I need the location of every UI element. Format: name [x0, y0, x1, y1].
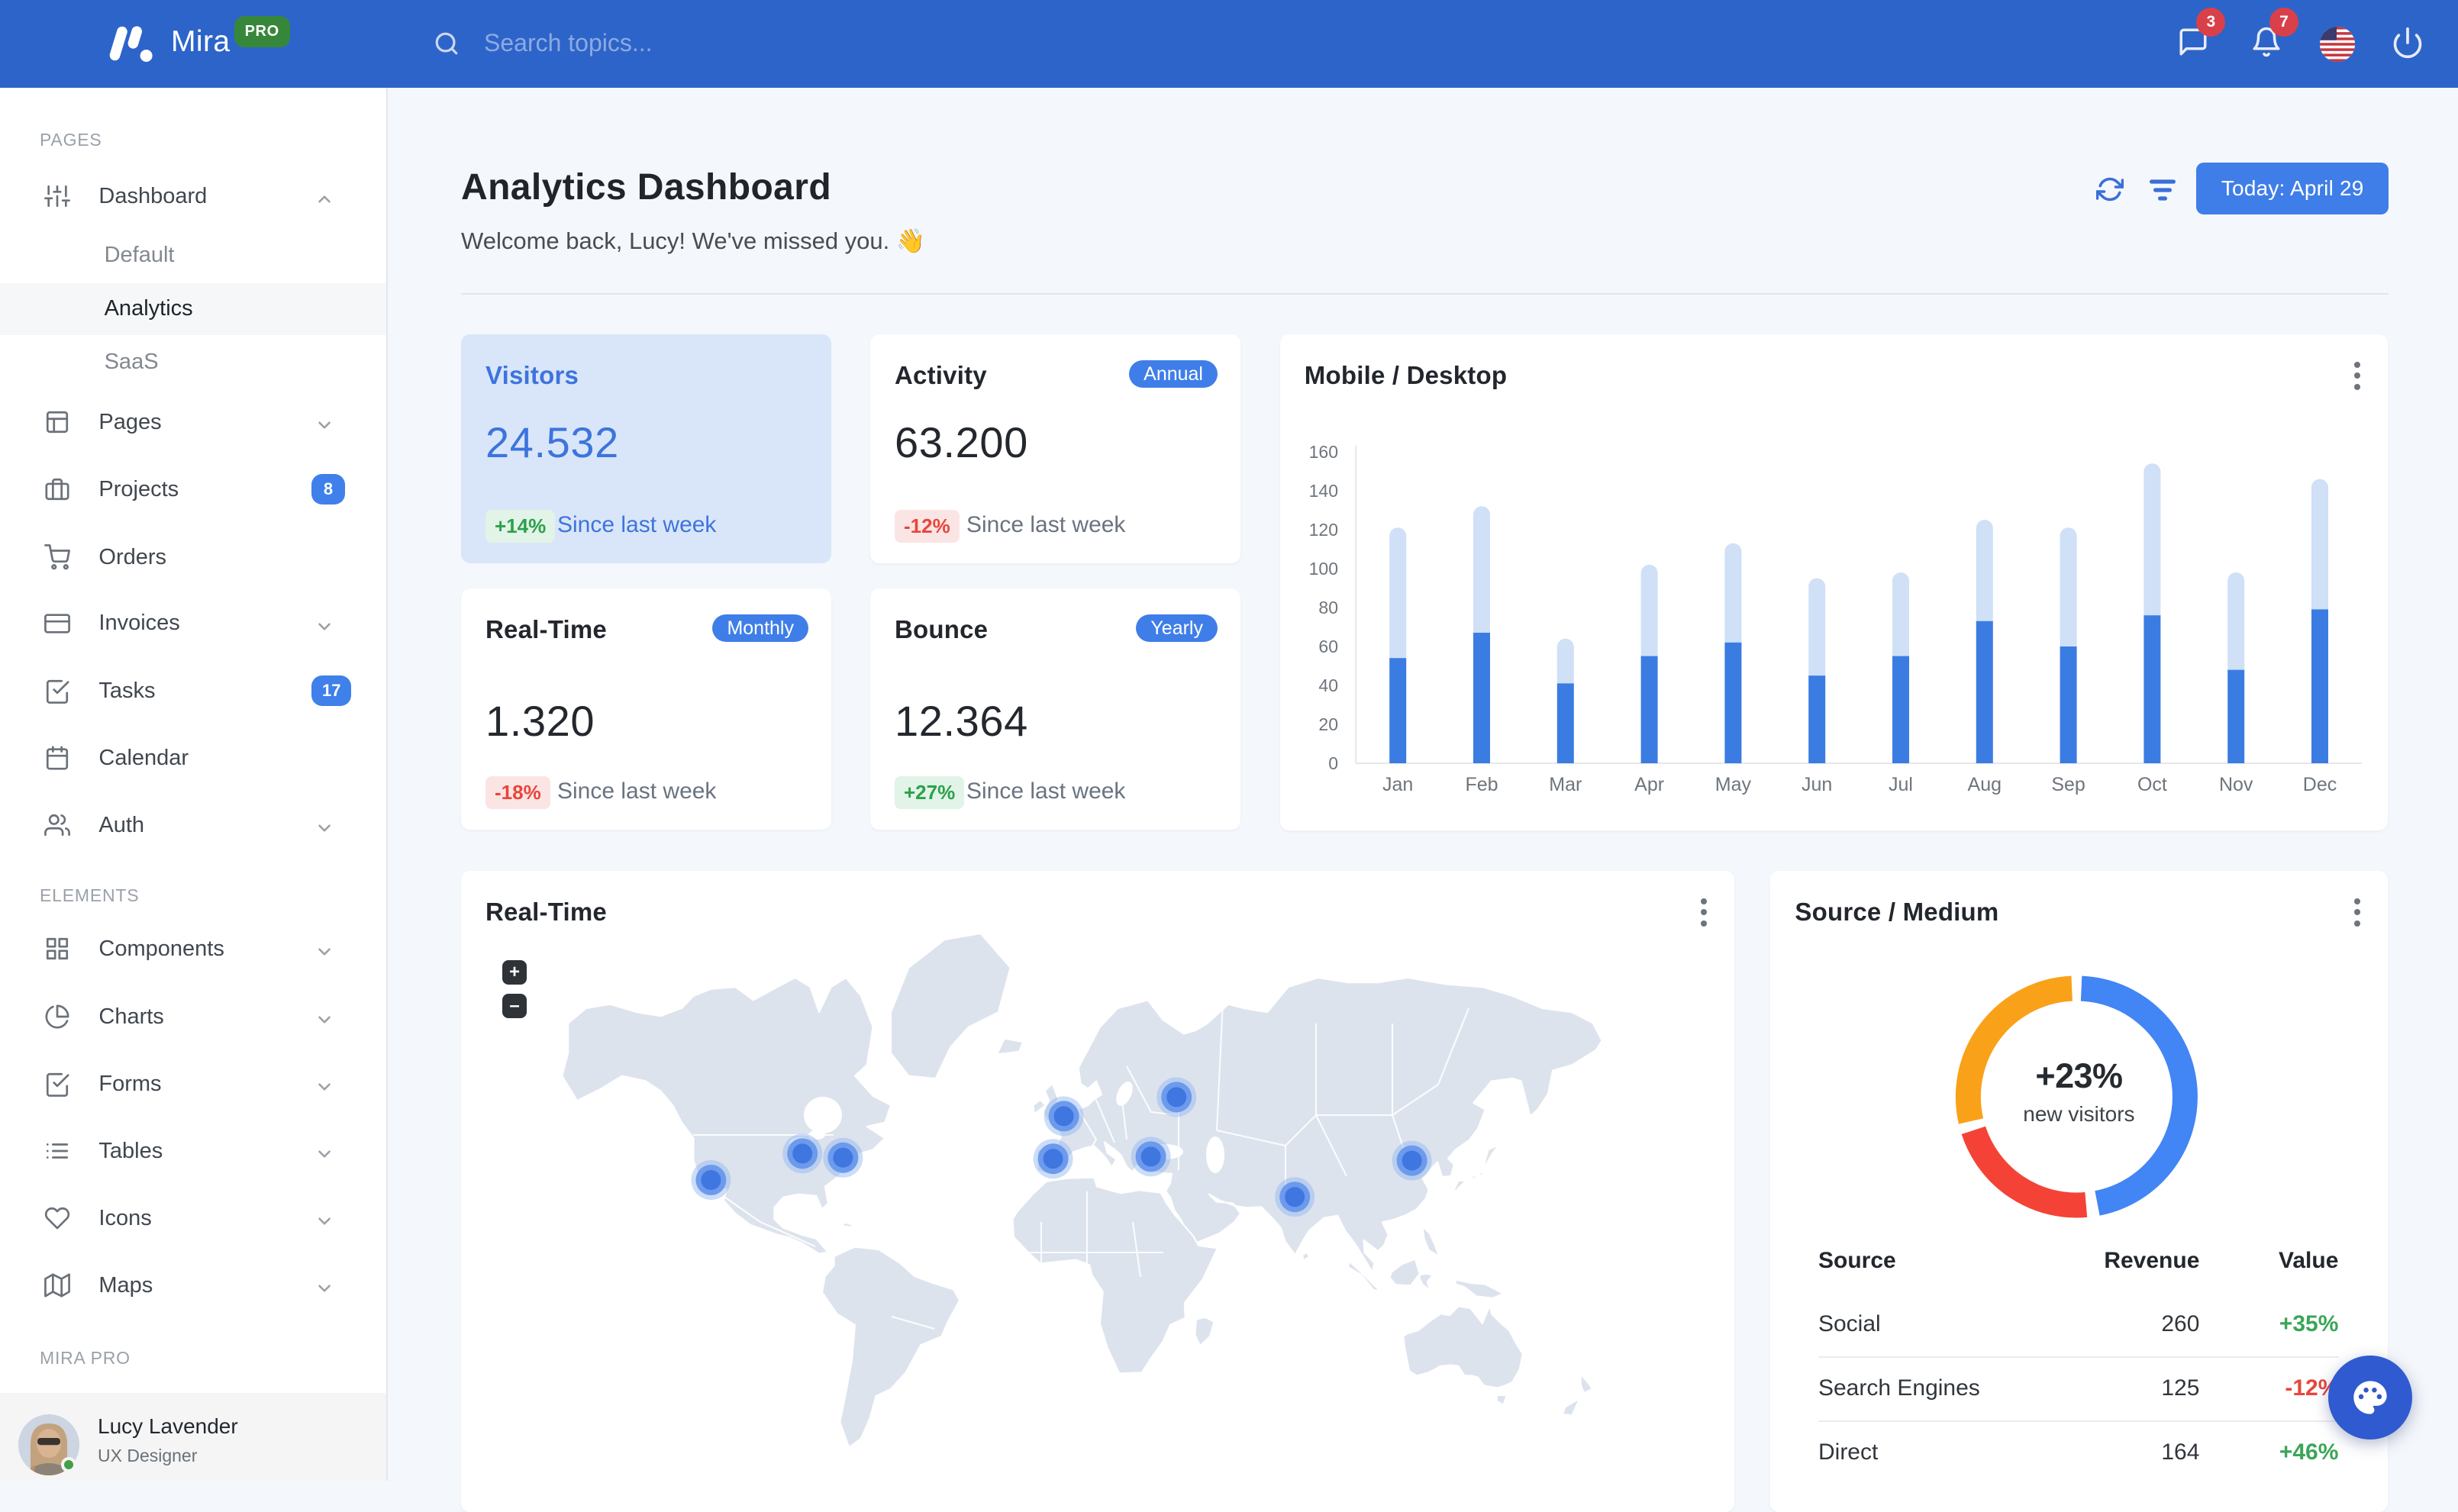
svg-text:Dec: Dec: [2303, 774, 2337, 795]
svg-text:May: May: [1715, 774, 1752, 795]
svg-text:40: 40: [1318, 675, 1338, 695]
svg-text:Aug: Aug: [1967, 774, 2001, 795]
svg-text:Jun: Jun: [1802, 774, 1832, 795]
svg-text:20: 20: [1318, 714, 1338, 734]
svg-text:80: 80: [1318, 598, 1338, 617]
svg-text:Nov: Nov: [2219, 774, 2253, 795]
svg-text:160: 160: [1308, 442, 1337, 462]
svg-text:120: 120: [1308, 520, 1337, 540]
svg-text:100: 100: [1308, 559, 1337, 579]
svg-text:Feb: Feb: [1465, 774, 1498, 795]
svg-text:60: 60: [1318, 637, 1338, 656]
svg-text:Mar: Mar: [1549, 774, 1582, 795]
svg-text:Sep: Sep: [2051, 774, 2085, 795]
svg-text:Jan: Jan: [1382, 774, 1413, 795]
svg-text:Jul: Jul: [1889, 774, 1913, 795]
svg-text:Apr: Apr: [1634, 774, 1664, 795]
svg-text:0: 0: [1328, 753, 1338, 773]
svg-text:140: 140: [1308, 481, 1337, 501]
svg-text:Oct: Oct: [2137, 774, 2167, 795]
